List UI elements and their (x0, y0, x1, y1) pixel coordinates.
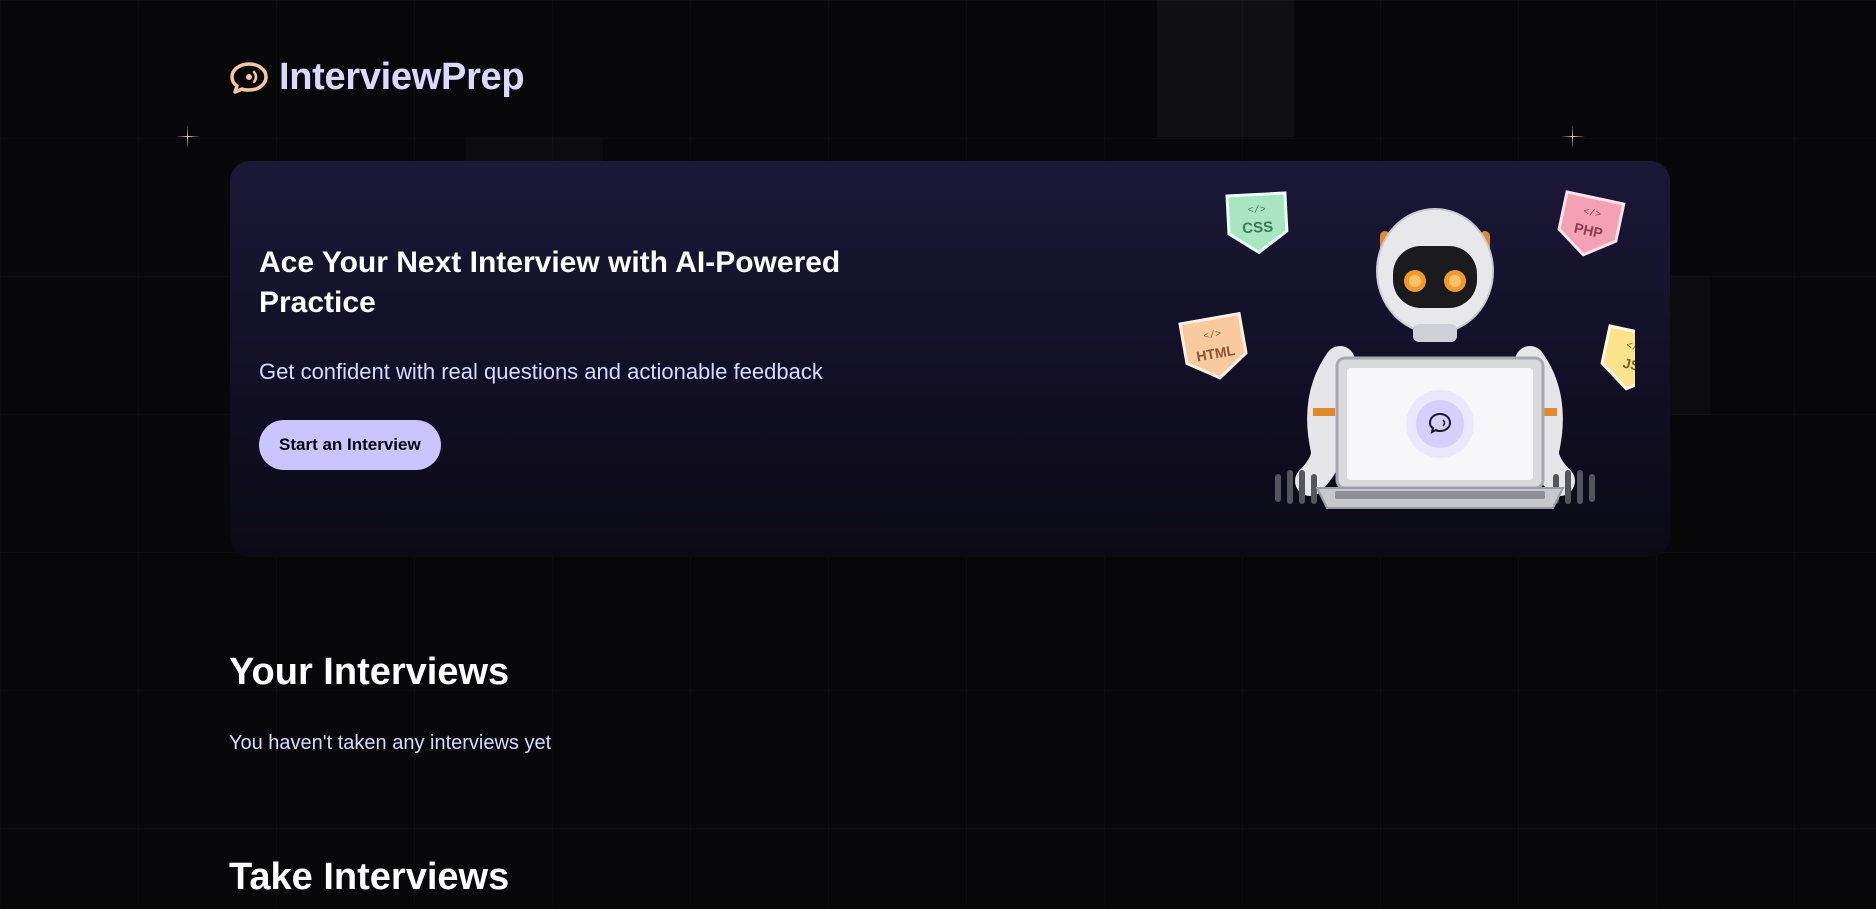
hero-title: Ace Your Next Interview with AI-Powered … (259, 246, 841, 319)
svg-text:</>: </> (1247, 204, 1266, 217)
badge-label-css: CSS (1242, 219, 1274, 238)
your-interviews-title: Your Interviews (229, 651, 510, 693)
chat-bubble-icon (230, 61, 268, 94)
brand-logo[interactable]: InterviewPrep (229, 56, 525, 99)
page: InterviewPrep Ace Your Next Interview wi… (0, 0, 1876, 909)
start-interview-button[interactable]: Start an Interview (259, 420, 441, 470)
css-badge: CSS </> (1225, 191, 1289, 255)
sparkle-decoration (1561, 125, 1585, 149)
sparkle-decoration (176, 125, 200, 149)
hero-banner: Ace Your Next Interview with AI-Powered … (230, 161, 1670, 557)
take-interviews-title: Take Interviews (229, 856, 510, 898)
hero-subtitle: Get confident with real questions and ac… (259, 359, 823, 384)
laptop (1315, 356, 1565, 509)
php-badge: PHP </> (1557, 190, 1626, 257)
your-interviews-empty-message: You haven't taken any interviews yet (229, 732, 552, 754)
robot-head (1376, 208, 1494, 342)
background-glow (1670, 275, 1710, 415)
html-badge: HTML </> (1178, 311, 1248, 380)
js-badge: JS </> (1600, 324, 1635, 391)
robot-with-laptop-illustration: CSS </> PHP </> HTML </> JS </> (1178, 190, 1635, 509)
background-glow (1157, 0, 1294, 137)
brand-name: InterviewPrep (279, 56, 525, 98)
